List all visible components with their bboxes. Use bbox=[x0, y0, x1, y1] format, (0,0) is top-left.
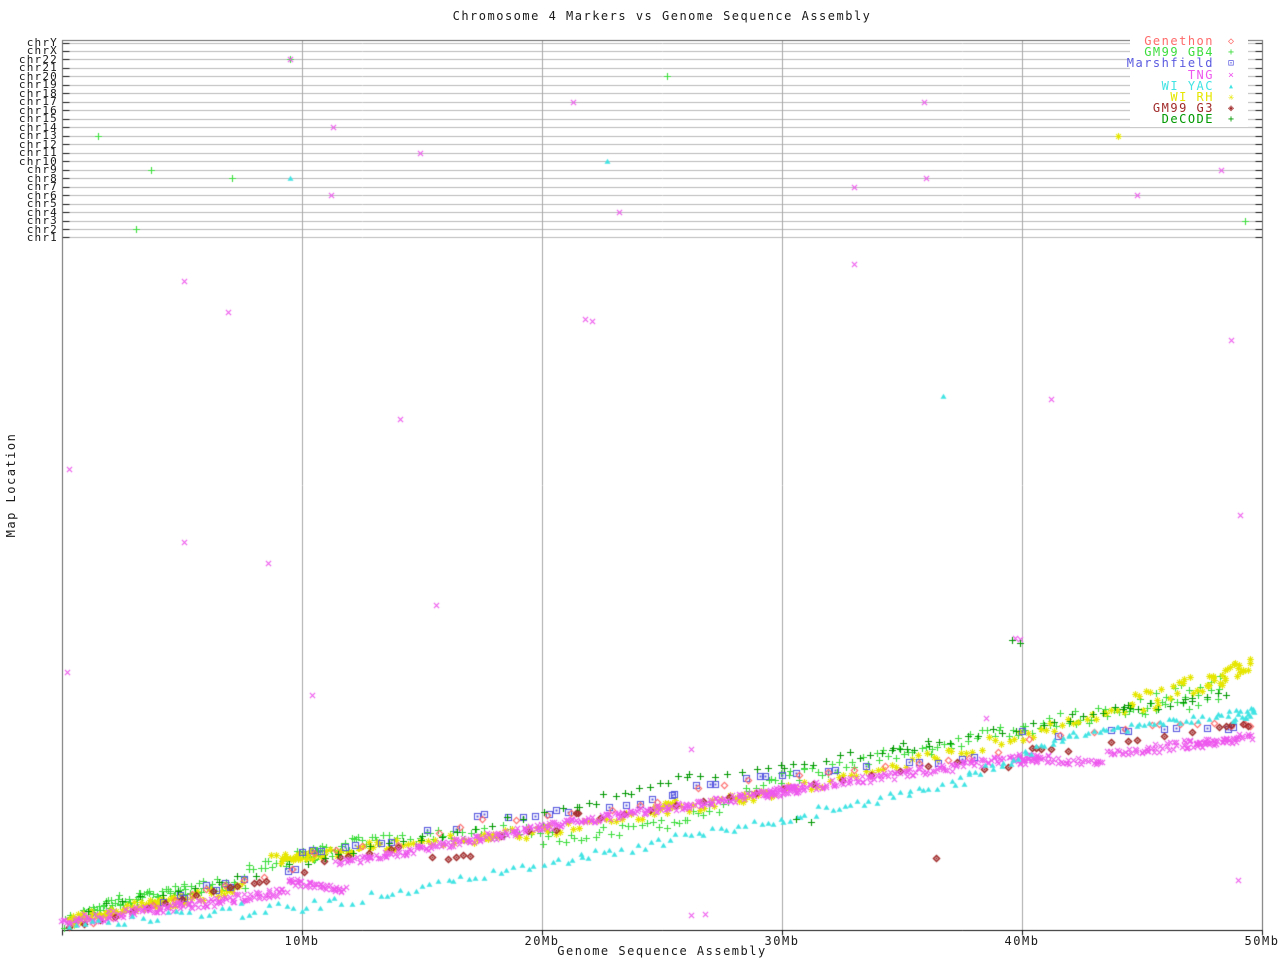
x-tick-label-30Mb: 30Mb bbox=[764, 934, 800, 948]
x-tick-label-40Mb: 40Mb bbox=[1004, 934, 1040, 948]
x-axis-title: Genome Sequence Assembly bbox=[557, 944, 767, 958]
square-dot-marker-icon: ⊡ bbox=[1227, 58, 1235, 70]
x-tick-label-50Mb: 50Mb bbox=[1244, 934, 1280, 948]
chart-page: { "chart_data": { "type": "scatter", "ti… bbox=[0, 0, 1280, 960]
plus-marker-icon: + bbox=[1227, 114, 1235, 126]
legend-item-decode: DeCODE + bbox=[1130, 112, 1248, 127]
triangle-marker-icon: ▴ bbox=[1227, 80, 1235, 92]
diamond-dot-marker-icon: ◈ bbox=[1227, 103, 1235, 115]
plot-canvas bbox=[0, 0, 1280, 960]
plus-marker-icon: + bbox=[1227, 47, 1235, 59]
x-tick-label-10Mb: 10Mb bbox=[284, 934, 320, 948]
x-tick-label-20Mb: 20Mb bbox=[524, 934, 560, 948]
legend-label: DeCODE bbox=[1161, 112, 1214, 127]
asterisk-marker-icon: ✳ bbox=[1227, 91, 1235, 103]
x-marker-icon: × bbox=[1227, 69, 1235, 81]
legend: Genethon ◇ GM99 GB4 + Marshfield ⊡ TNG × WI YAC ▴… bbox=[1127, 35, 1248, 127]
y-axis-title: Map Location bbox=[4, 432, 18, 538]
diamond-marker-icon: ◇ bbox=[1227, 36, 1235, 47]
chart-title: Chromosome 4 Markers vs Genome Sequence … bbox=[452, 9, 872, 23]
chr-axis-label-chr1: chr1 bbox=[26, 230, 58, 244]
